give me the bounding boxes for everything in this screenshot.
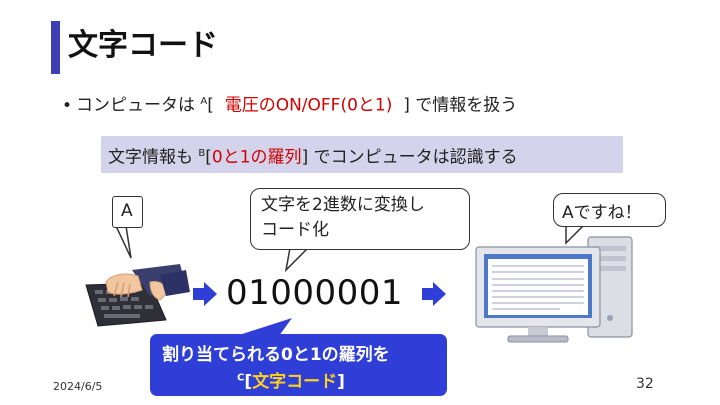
arrow-right-icon — [422, 282, 446, 306]
convert-line-1: 文字を2進数に変換し — [261, 195, 425, 215]
bubble-tail-recognized — [565, 224, 586, 245]
bubble-tail-input — [114, 225, 132, 259]
callout-line-2: C[文字コード] — [237, 367, 345, 392]
binary-code: 01000001 — [226, 273, 404, 313]
slide: 文字コード • コンピュータは A[ 電圧のON/OFF(0と1) ] で情報を扱… — [0, 0, 720, 405]
callout-box: 割り当てられる0と1の羅列を C[文字コード] — [150, 334, 447, 396]
recognized-text: Aですね！ — [562, 203, 642, 223]
callout-line-1: 割り当てられる0と1の羅列を — [162, 345, 390, 365]
bubble-tail-convert — [284, 247, 310, 273]
convert-bubble: 文字を2進数に変換し コード化 — [250, 188, 470, 250]
bracket-open-c: [ — [244, 372, 253, 392]
recognized-bubble: Aですね！ — [553, 193, 666, 227]
desktop-computer-icon — [475, 236, 633, 343]
page-number: 32 — [636, 376, 654, 392]
answer-c: 文字コード — [252, 372, 338, 392]
footer-date: 2024/6/5 — [53, 380, 103, 393]
input-letter-bubble: A — [112, 196, 143, 228]
convert-line-2: コード化 — [261, 220, 329, 240]
arrow-right-icon — [193, 282, 217, 306]
bracket-close-c: ] — [337, 372, 345, 392]
keyboard-typing-icon — [85, 264, 190, 327]
input-letter-text: A — [121, 201, 133, 221]
